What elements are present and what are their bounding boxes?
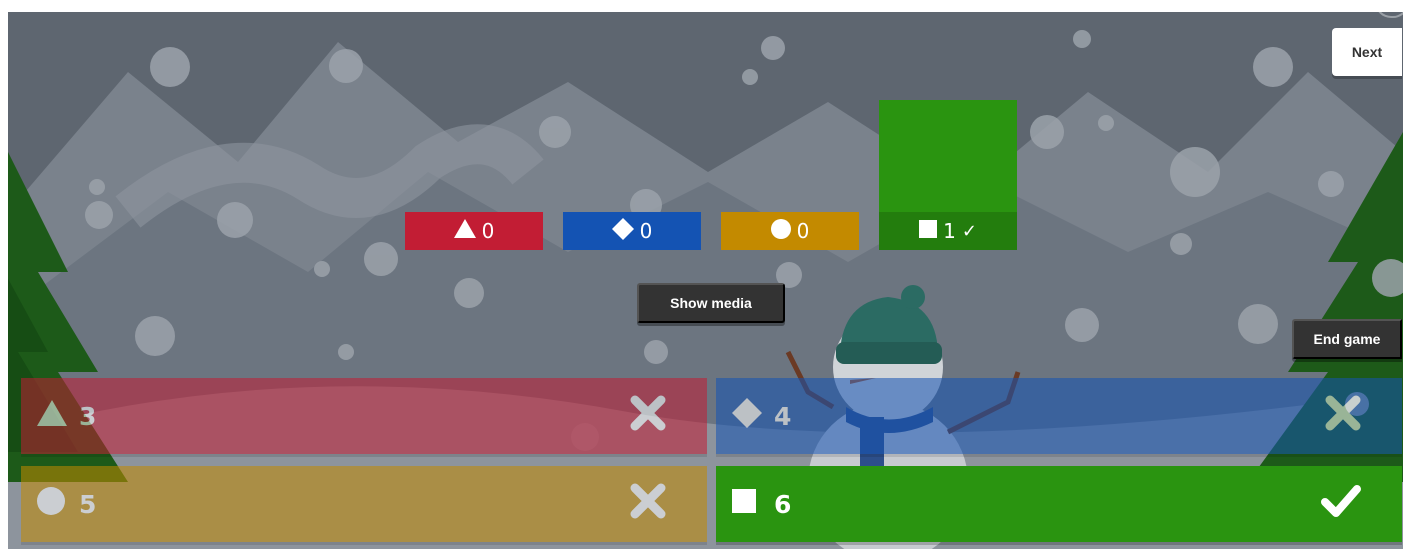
diamond-icon: [611, 217, 634, 245]
triangle-icon: [37, 400, 67, 432]
answer-triangle[interactable]: 3: [21, 378, 707, 454]
answer-square[interactable]: 6: [716, 466, 1402, 542]
end-game-button[interactable]: End game: [1292, 319, 1402, 359]
result-count-square: 1: [943, 219, 956, 243]
result-bar-triangle: 0: [405, 212, 543, 250]
answer-text: 3: [79, 401, 97, 431]
check-icon: ✓: [961, 220, 977, 242]
answer-diamond[interactable]: 4: [716, 378, 1402, 454]
square-icon: [919, 219, 938, 243]
cross-icon: [629, 482, 667, 526]
next-button[interactable]: Next: [1332, 28, 1402, 76]
diamond-icon: [732, 398, 762, 434]
answer-text: 6: [774, 489, 792, 519]
result-count-diamond: 0: [639, 219, 653, 243]
cross-icon: [1324, 394, 1362, 438]
square-icon: [732, 489, 756, 519]
result-bar-circle: 0: [721, 212, 859, 250]
circle-icon: [37, 487, 65, 521]
result-bar-diamond: 0: [563, 212, 701, 250]
show-media-button[interactable]: Show media: [637, 283, 785, 323]
cross-icon: [629, 394, 667, 438]
result-count-circle: 0: [796, 219, 810, 243]
result-count-triangle: 0: [481, 219, 495, 243]
triangle-icon: [453, 219, 476, 243]
result-bar-square: 1 ✓: [879, 100, 1017, 250]
answer-circle[interactable]: 5: [21, 466, 707, 542]
answer-text: 4: [774, 401, 792, 431]
answer-text: 5: [79, 489, 97, 519]
circle-icon: [770, 218, 791, 244]
check-icon: [1320, 484, 1362, 524]
